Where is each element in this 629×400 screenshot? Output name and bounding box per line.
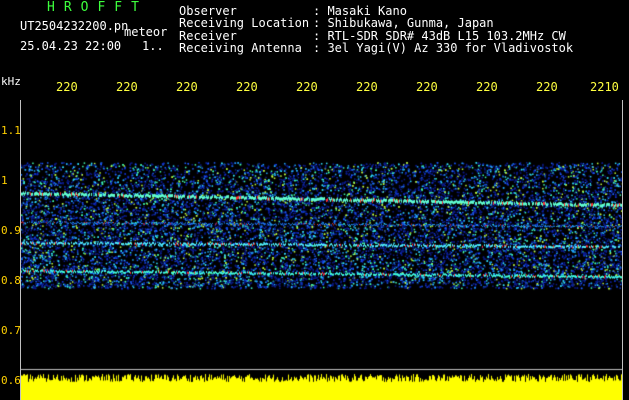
info-key: Receiving Location xyxy=(179,16,310,31)
x-label: 220 xyxy=(476,80,498,94)
right-axis-line xyxy=(622,100,623,400)
x-label: 220 xyxy=(116,80,138,94)
spectrogram xyxy=(20,100,623,400)
info-row-location: Receiving Location : Shibukawa, Gunma, J… xyxy=(179,16,573,31)
x-label: 2210 xyxy=(590,80,619,94)
left-axis-line xyxy=(20,100,21,400)
x-label: 220 xyxy=(416,80,438,94)
x-label: 220 xyxy=(296,80,318,94)
station-info: Observer : Masaki Kano Receiving Locatio… xyxy=(179,5,573,55)
y-label: 0.6 xyxy=(1,374,21,387)
y-label: 0.8 xyxy=(1,274,21,287)
info-value: : Shibukawa, Gunma, Japan xyxy=(313,16,494,31)
x-label: 220 xyxy=(176,80,198,94)
y-label: 1.1 xyxy=(1,124,21,137)
y-label: 0.9 xyxy=(1,224,21,237)
x-label: 220 xyxy=(56,80,78,94)
x-label: 220 xyxy=(536,80,558,94)
axis-unit: kHz xyxy=(1,75,21,88)
x-label: 220 xyxy=(236,80,258,94)
info-key: Receiving Antenna xyxy=(179,41,302,56)
x-label: 220 xyxy=(356,80,378,94)
info-value: : 3el Yagi(V) Az 330 for Vladivostok xyxy=(313,41,574,56)
date-time: 25.04.23 22:00 xyxy=(20,39,122,53)
info-row-antenna: Receiving Antenna : 3el Yagi(V) Az 330 f… xyxy=(179,41,574,56)
mode-label: meteor xyxy=(124,25,168,39)
app-title: HROFFT xyxy=(47,0,148,15)
file-name: UT2504232200.pn xyxy=(20,19,129,33)
y-label: 1 xyxy=(1,174,8,187)
y-label: 0.7 xyxy=(1,324,21,337)
count-label: 1.. xyxy=(142,39,164,53)
